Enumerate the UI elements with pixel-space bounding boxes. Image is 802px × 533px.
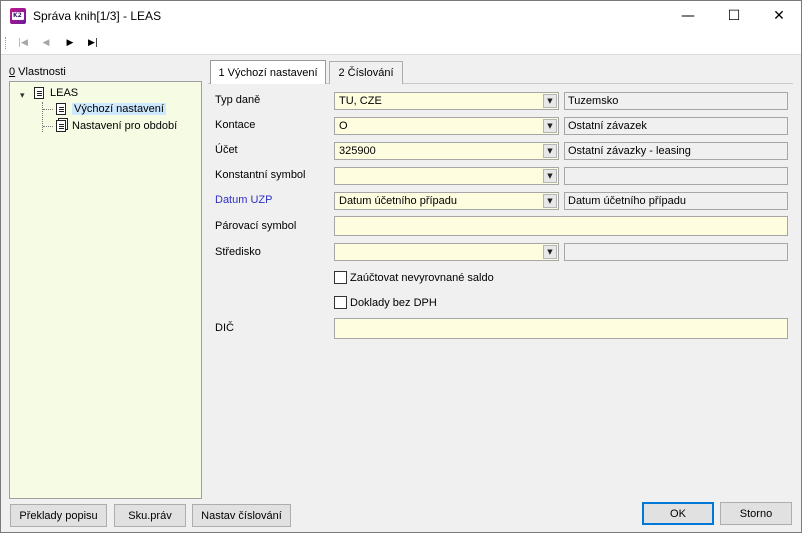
post-unbalanced-label: Zaúčtovat nevyrovnané saldo <box>350 271 494 284</box>
account-description: Ostatní závazky - leasing <box>564 142 788 160</box>
rights-groups-button[interactable]: Sku.práv <box>114 504 186 527</box>
set-numbering-button[interactable]: Nastav číslování <box>192 504 291 527</box>
chevron-down-icon[interactable]: ▼ <box>543 169 557 183</box>
previous-record-icon[interactable]: ◀ <box>36 34 56 52</box>
properties-label: 0 Vlastnosti <box>9 66 66 78</box>
navigation-toolbar: |◀ ◀ ▶ ▶| <box>1 31 801 55</box>
tax-type-combo[interactable]: TU, CZE ▼ <box>334 92 559 110</box>
cost-center-description <box>564 243 788 261</box>
app-icon-text: K2 <box>13 12 22 19</box>
tax-type-label: Typ daně <box>215 94 261 106</box>
tree-node-period-settings-label: Nastavení pro období <box>72 120 178 132</box>
chevron-down-icon[interactable]: ▼ <box>543 119 557 133</box>
ok-button[interactable]: OK <box>642 502 714 525</box>
vat-id-label: DIČ <box>215 322 234 334</box>
matching-symbol-label: Párovací symbol <box>215 220 297 232</box>
properties-label-text: Vlastnosti <box>15 66 66 78</box>
tree-node-root[interactable]: LEAS <box>34 85 78 101</box>
next-record-icon[interactable]: ▶ <box>60 34 80 52</box>
tree-node-root-label: LEAS <box>50 87 79 99</box>
title-bar: K2 Správa knih[1/3] - LEAS — ☐ ✕ <box>1 1 801 31</box>
posting-combo[interactable]: O ▼ <box>334 117 559 135</box>
constant-symbol-description <box>564 167 788 185</box>
close-icon[interactable]: ✕ <box>756 1 802 31</box>
period-documents-icon <box>56 120 66 132</box>
account-value: 325900 <box>339 145 376 157</box>
posting-label: Kontace <box>215 119 256 131</box>
posting-description: Ostatní závazek <box>564 117 788 135</box>
chevron-down-icon[interactable]: ▼ <box>543 245 557 259</box>
tax-date-value: Datum účetního případu <box>339 195 458 207</box>
constant-symbol-combo[interactable]: ▼ <box>334 167 559 185</box>
tree-node-default-settings[interactable]: Výchozí nastavení <box>56 101 166 117</box>
cost-center-combo[interactable]: ▼ <box>334 243 559 261</box>
book-document-icon <box>34 87 44 99</box>
cost-center-label: Středisko <box>215 246 261 258</box>
tab-numbering[interactable]: 2 Číslování <box>329 61 403 84</box>
account-combo[interactable]: 325900 ▼ <box>334 142 559 160</box>
last-record-icon[interactable]: ▶| <box>83 34 103 52</box>
tax-date-combo[interactable]: Datum účetního případu ▼ <box>334 192 559 210</box>
tax-type-description: Tuzemsko <box>564 92 788 110</box>
tree-connector <box>43 126 53 127</box>
chevron-down-icon[interactable]: ▼ <box>543 94 557 108</box>
tree-node-default-settings-label: Výchozí nastavení <box>72 103 166 115</box>
chevron-down-icon[interactable]: ▼ <box>543 144 557 158</box>
tab-default-settings[interactable]: 1 Výchozí nastavení <box>210 60 326 84</box>
properties-tree[interactable]: ▾ LEAS Výchozí nastavení Nastavení pro o… <box>9 81 202 499</box>
vat-id-input[interactable] <box>334 318 788 339</box>
window-title: Správa knih[1/3] - LEAS <box>33 9 162 23</box>
toolbar-grip <box>5 37 7 49</box>
constant-symbol-label: Konstantní symbol <box>215 169 306 181</box>
chevron-down-icon[interactable]: ▼ <box>543 194 557 208</box>
post-unbalanced-checkbox[interactable] <box>334 271 347 284</box>
dialog-window: K2 Správa knih[1/3] - LEAS — ☐ ✕ |◀ ◀ ▶ … <box>0 0 802 533</box>
k2-app-icon: K2 <box>10 8 26 24</box>
collapse-toggle-icon[interactable]: ▾ <box>20 91 25 101</box>
settings-document-icon <box>56 103 66 115</box>
no-vat-label: Doklady bez DPH <box>350 296 437 309</box>
matching-symbol-input[interactable] <box>334 216 788 236</box>
description-translations-button[interactable]: Překlady popisu <box>10 504 107 527</box>
tax-date-label: Datum UZP <box>215 194 273 206</box>
tree-connector <box>42 102 43 132</box>
posting-value: O <box>339 120 348 132</box>
tax-date-description: Datum účetního případu <box>564 192 788 210</box>
minimize-icon[interactable]: — <box>665 1 711 31</box>
account-label: Účet <box>215 144 238 156</box>
no-vat-checkbox[interactable] <box>334 296 347 309</box>
post-unbalanced-checkbox-row[interactable]: Zaúčtovat nevyrovnané saldo <box>334 271 494 284</box>
first-record-icon[interactable]: |◀ <box>13 34 33 52</box>
cancel-button[interactable]: Storno <box>720 502 792 525</box>
maximize-icon[interactable]: ☐ <box>711 1 757 31</box>
tree-connector <box>43 109 53 110</box>
no-vat-checkbox-row[interactable]: Doklady bez DPH <box>334 296 437 309</box>
tree-node-period-settings[interactable]: Nastavení pro období <box>56 118 177 134</box>
tax-type-value: TU, CZE <box>339 95 382 107</box>
